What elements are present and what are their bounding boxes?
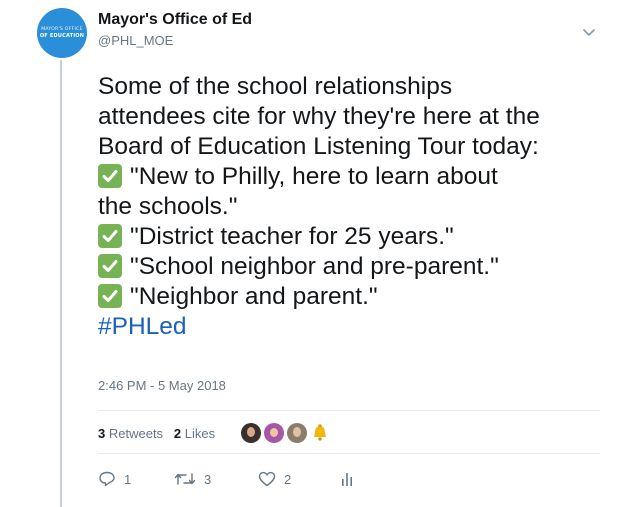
like-button[interactable]: 2 <box>258 471 340 487</box>
liker-avatar[interactable] <box>264 423 284 443</box>
analytics-button[interactable] <box>340 471 354 487</box>
liker-avatars <box>241 423 333 443</box>
tweet-line: "New to Philly, here to learn about <box>98 162 618 192</box>
retweet-button[interactable]: 3 <box>174 471 258 487</box>
retweets-count: 3 <box>98 426 106 441</box>
check-mark-icon <box>98 284 122 308</box>
avatar-line2: OF EDUCATION <box>39 33 85 39</box>
hashtag-link[interactable]: #PHLed <box>98 312 618 342</box>
tweet-line-text: "New to Philly, here to learn about <box>130 163 498 190</box>
tweet-line: the schools." <box>98 193 238 220</box>
analytics-icon <box>342 473 352 486</box>
retweet-count: 3 <box>204 471 212 487</box>
tweet-line: Some of the school relationships <box>98 73 453 100</box>
check-mark-icon <box>98 224 122 248</box>
liker-avatar[interactable] <box>241 423 261 443</box>
retweets-stat[interactable]: 3 Retweets <box>98 426 163 441</box>
tweet-timestamp[interactable]: 2:46 PM - 5 May 2018 <box>98 378 226 393</box>
liker-avatar[interactable] <box>287 423 307 443</box>
check-mark-icon <box>98 254 122 278</box>
reply-button[interactable]: 1 <box>98 471 174 487</box>
check-mark-icon <box>98 164 122 188</box>
retweet-icon <box>174 473 196 485</box>
tweet-text: Some of the school relationships attende… <box>98 72 618 342</box>
avatar-line1: MAYOR'S OFFICE <box>41 27 83 32</box>
tweet-stats: 3 Retweets 2 Likes <box>98 426 215 441</box>
reply-count: 1 <box>124 471 132 487</box>
account-handle[interactable]: @PHL_MOE <box>98 33 173 48</box>
tweet-actions: 1 3 2 <box>98 471 354 487</box>
tweet-line: "Neighbor and parent." <box>98 282 618 312</box>
chevron-down-icon[interactable] <box>582 26 596 40</box>
avatar[interactable]: MAYOR'S OFFICE OF EDUCATION <box>37 8 87 58</box>
reply-icon <box>99 471 115 487</box>
likes-label: Likes <box>184 426 216 441</box>
retweets-label: Retweets <box>108 426 164 441</box>
account-name[interactable]: Mayor's Office of Ed <box>98 11 252 29</box>
tweet-line: Board of Education Listening Tour today: <box>98 133 539 160</box>
divider <box>98 453 600 454</box>
tweet-line-text: "Neighbor and parent." <box>130 283 378 310</box>
tweet-line-text: "School neighbor and pre-parent." <box>130 253 499 280</box>
divider <box>98 410 600 411</box>
thread-line <box>60 60 62 507</box>
tweet-line: "District teacher for 25 years." <box>98 222 618 252</box>
tweet-line: attendees cite for why they're here at t… <box>98 103 540 130</box>
likes-count: 2 <box>173 426 182 441</box>
tweet-line: "School neighbor and pre-parent." <box>98 252 618 282</box>
like-count: 2 <box>284 471 292 487</box>
bell-icon[interactable] <box>310 423 330 443</box>
tweet-line-text: "District teacher for 25 years." <box>130 223 454 250</box>
heart-icon <box>258 471 276 487</box>
likes-stat[interactable]: 2 Likes <box>174 426 215 441</box>
